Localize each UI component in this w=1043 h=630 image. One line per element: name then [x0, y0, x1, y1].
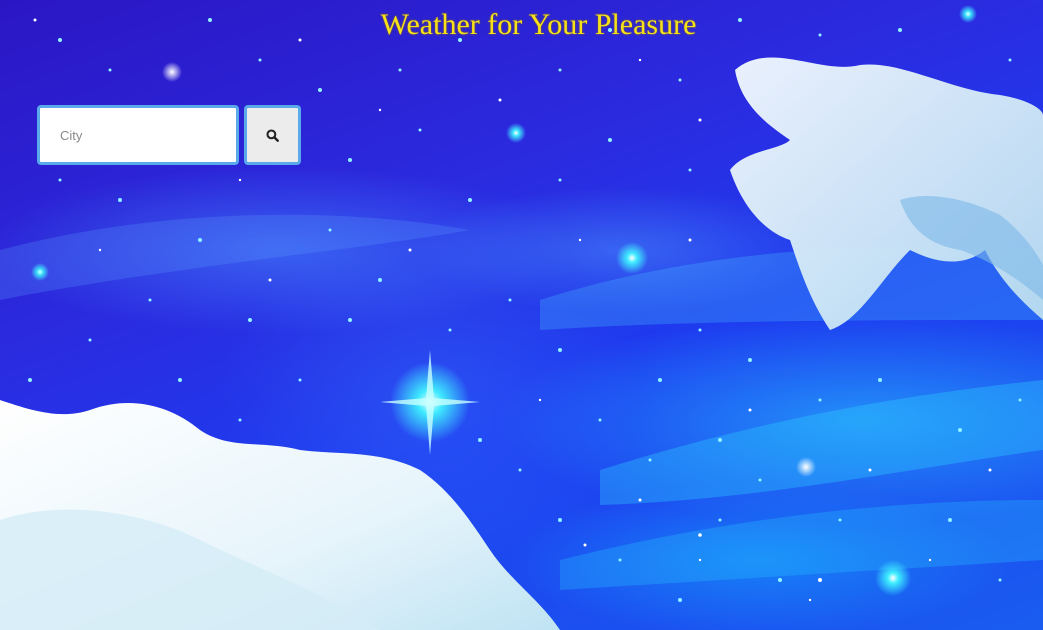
city-search-form	[37, 105, 301, 165]
starry-sky-background	[0, 0, 1043, 630]
sky-artwork	[0, 5, 1043, 630]
search-icon	[266, 128, 279, 142]
city-search-input[interactable]	[37, 105, 239, 165]
search-button[interactable]	[244, 105, 301, 165]
page-title: Weather for Your Pleasure	[380, 8, 697, 41]
